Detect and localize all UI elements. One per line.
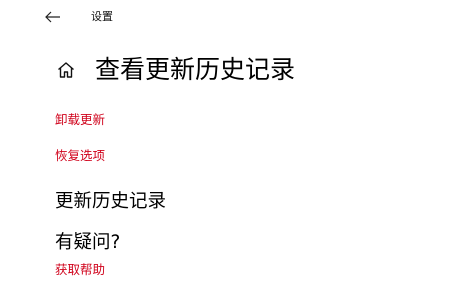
- page-header: 查看更新历史记录: [56, 52, 295, 88]
- uninstall-updates-link[interactable]: 卸载更新: [55, 111, 105, 129]
- app-title: 设置: [91, 10, 113, 23]
- page-title: 查看更新历史记录: [95, 55, 296, 84]
- questions-heading: 有疑问?: [55, 232, 121, 253]
- update-history-heading: 更新历史记录: [55, 191, 167, 212]
- home-icon[interactable]: [56, 60, 76, 80]
- title-bar: 设置: [0, 0, 459, 34]
- arrow-left-icon: [45, 11, 60, 23]
- back-button[interactable]: [44, 9, 62, 25]
- get-help-link[interactable]: 获取帮助: [55, 261, 105, 279]
- recovery-options-link[interactable]: 恢复选项: [55, 147, 105, 165]
